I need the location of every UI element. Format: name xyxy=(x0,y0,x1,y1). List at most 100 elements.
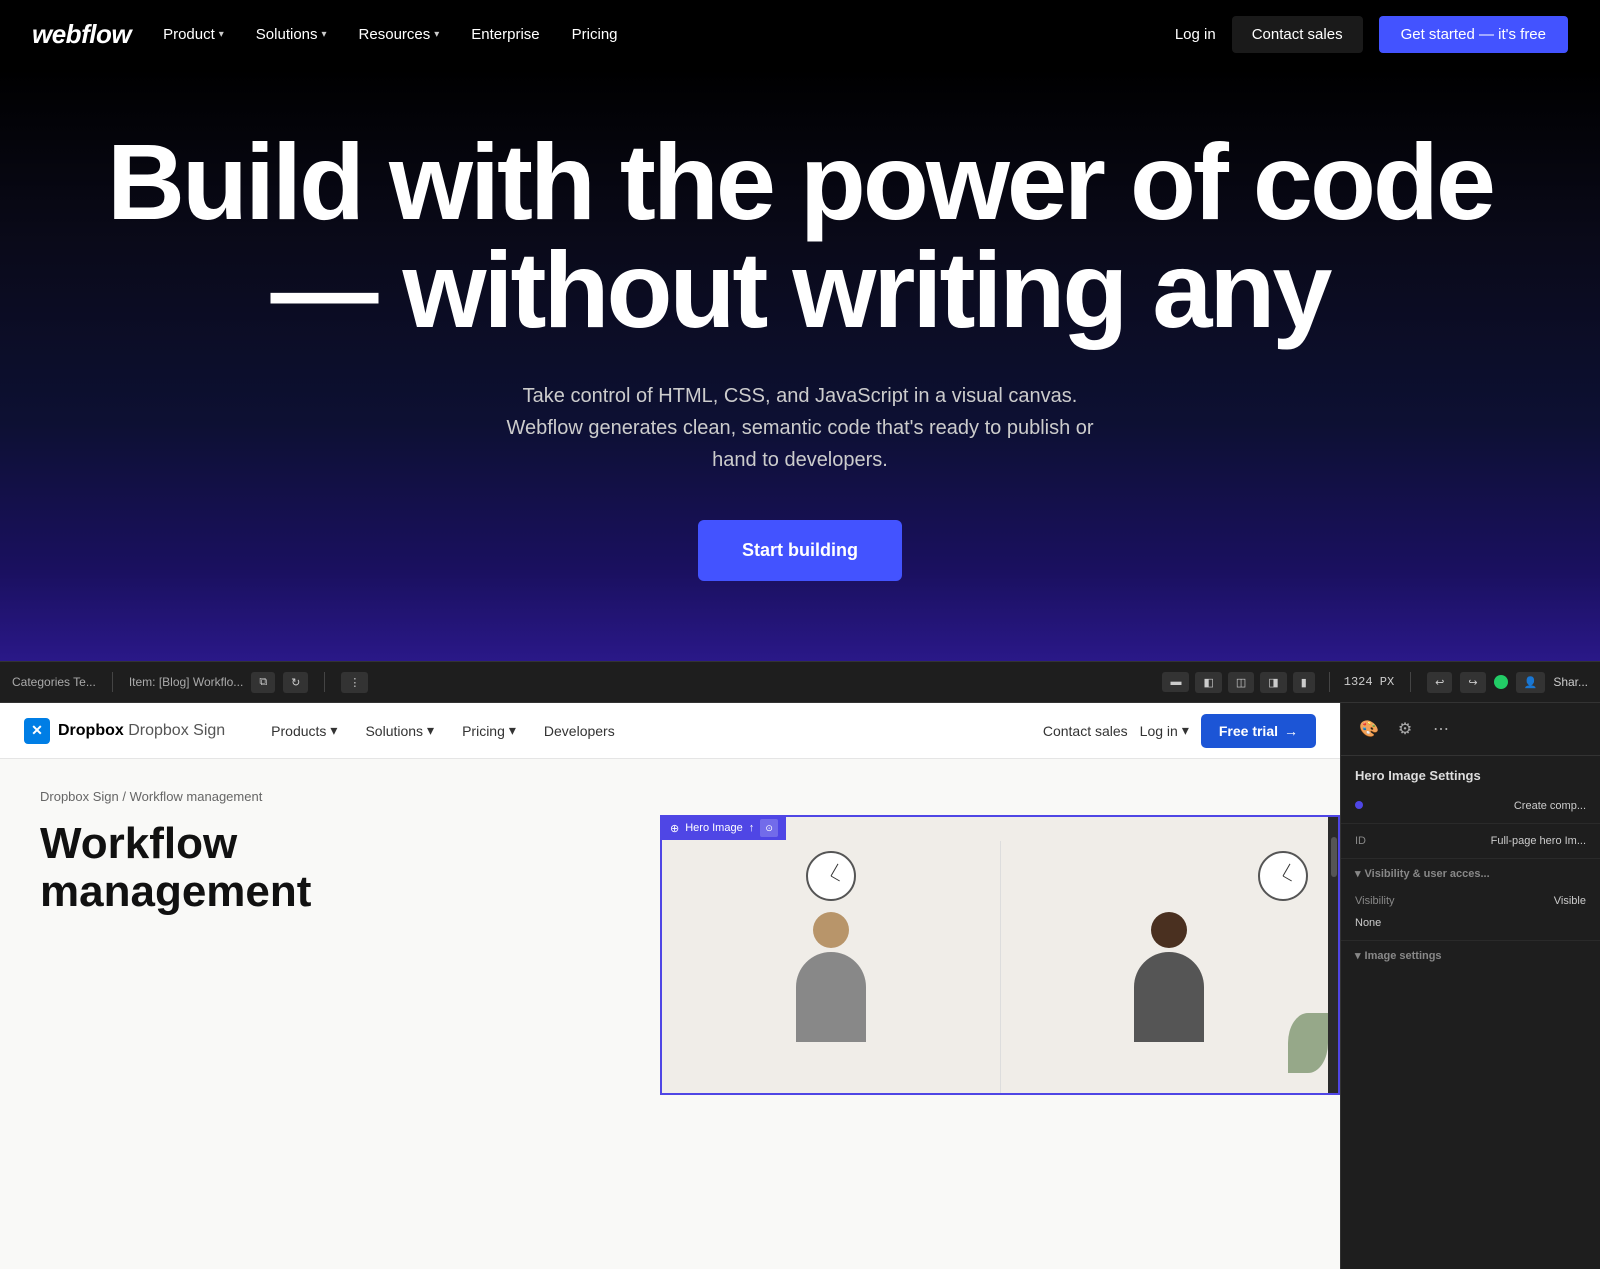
panel-id-section: ID Full-page hero Im... xyxy=(1341,824,1600,859)
person-body-left xyxy=(796,952,866,1042)
layout-center-button[interactable]: ◫ xyxy=(1228,672,1254,693)
arrow-right-icon: → xyxy=(1284,723,1298,739)
toolbar-divider-4 xyxy=(1410,672,1411,692)
person-left xyxy=(796,912,866,1042)
redo-button[interactable]: ↪ xyxy=(1460,672,1485,693)
dropbox-nav-products[interactable]: Products ▾ xyxy=(257,703,351,759)
person-body-right xyxy=(1134,952,1204,1042)
contact-sales-button[interactable]: Contact sales xyxy=(1232,16,1363,53)
chevron-down-icon: ▾ xyxy=(322,29,327,40)
dropbox-page-title: Workflow management xyxy=(40,820,420,917)
visibility-section-header[interactable]: ▾ Visibility & user acces... xyxy=(1341,859,1600,884)
dropbox-nav-pricing[interactable]: Pricing ▾ xyxy=(448,703,530,759)
illustration-right xyxy=(1001,841,1339,1093)
more-options-button[interactable]: ⋮ xyxy=(341,672,368,693)
chevron-down-icon: ▾ xyxy=(1355,867,1361,880)
id-label: ID xyxy=(1355,835,1366,847)
leaf-decoration xyxy=(1288,1013,1328,1073)
id-value: Full-page hero Im... xyxy=(1491,835,1586,847)
chevron-down-icon: ▾ xyxy=(434,29,439,40)
copy-button[interactable]: ⧉ xyxy=(251,672,275,693)
illustration-left xyxy=(662,841,1000,1093)
nav-item-product-label: Product xyxy=(163,26,215,43)
dropbox-logo-icon: ✕ xyxy=(24,718,50,744)
layout-left-button[interactable]: ◧ xyxy=(1195,672,1221,693)
refresh-button[interactable]: ↻ xyxy=(283,672,308,693)
nav-item-resources-label: Resources xyxy=(359,26,431,43)
create-component-icon xyxy=(1355,800,1367,812)
visibility-label: Visibility xyxy=(1355,895,1395,907)
dropbox-contact-button[interactable]: Contact sales xyxy=(1043,723,1128,739)
login-button[interactable]: Log in xyxy=(1175,26,1216,43)
hero-image-text: Hero Image xyxy=(685,822,742,834)
start-building-button[interactable]: Start building xyxy=(698,520,902,581)
layout-narrow-button[interactable]: ▮ xyxy=(1293,672,1315,693)
nav-item-pricing[interactable]: Pricing xyxy=(572,26,618,43)
canvas-content-area: ✕ Dropbox Dropbox Sign Products ▾ Soluti… xyxy=(0,703,1600,1269)
nav-item-enterprise[interactable]: Enterprise xyxy=(471,26,539,43)
blue-dot-icon xyxy=(1355,801,1363,809)
illustration-area xyxy=(662,817,1338,1093)
hero-image-controls: ⊙ xyxy=(760,819,778,837)
user-icon-button[interactable]: 👤 xyxy=(1516,672,1546,693)
dropbox-breadcrumb: Dropbox Sign / Workflow management xyxy=(40,789,1300,804)
hero-subtitle: Take control of HTML, CSS, and JavaScrip… xyxy=(490,380,1110,476)
status-dot xyxy=(1494,675,1508,689)
dropbox-nav-developers[interactable]: Developers xyxy=(530,703,629,759)
dropbox-nav-solutions[interactable]: Solutions ▾ xyxy=(351,703,448,759)
layout-right-button[interactable]: ◨ xyxy=(1260,672,1286,693)
nav-item-resources[interactable]: Resources ▾ xyxy=(359,26,440,43)
dropbox-login-label: Log in xyxy=(1140,723,1178,739)
chevron-down-icon: ▾ xyxy=(1182,722,1189,739)
hero-title: Build with the power of code — without w… xyxy=(100,128,1500,344)
layout-full-button[interactable]: ▬ xyxy=(1162,672,1189,692)
dropbox-nav-pricing-label: Pricing xyxy=(462,723,505,739)
nav-item-product[interactable]: Product ▾ xyxy=(163,26,224,43)
panel-more-button[interactable]: ⋯ xyxy=(1427,715,1455,743)
create-component-label: Create comp... xyxy=(1514,800,1586,812)
navbar-right: Log in Contact sales Get started — it's … xyxy=(1175,16,1568,53)
dropbox-nav-right: Contact sales Log in ▾ Free trial → xyxy=(1043,714,1316,748)
get-started-button[interactable]: Get started — it's free xyxy=(1379,16,1568,53)
person-head-left xyxy=(813,912,849,948)
visibility-extra-value: None xyxy=(1355,917,1381,929)
dropbox-free-trial-label: Free trial xyxy=(1219,723,1278,739)
chevron-down-icon: ▾ xyxy=(509,722,516,739)
visibility-value: Visible xyxy=(1554,895,1586,907)
undo-button[interactable]: ↩ xyxy=(1427,672,1452,693)
hero-image-label: ⊕ Hero Image ↑ ⊙ xyxy=(662,816,786,840)
dropbox-nav-products-label: Products xyxy=(271,723,326,739)
nav-item-pricing-label: Pricing xyxy=(572,26,618,43)
dropbox-logo-text: Dropbox Dropbox Sign xyxy=(58,722,225,740)
navbar-left: webflow Product ▾ Solutions ▾ Resources … xyxy=(32,19,618,50)
panel-settings-button[interactable]: ⚙ xyxy=(1391,715,1419,743)
hero-image-badge: ⊕ xyxy=(670,822,679,835)
right-panel: 🎨 ⚙ ⋯ Hero Image Settings Create comp...… xyxy=(1340,703,1600,1269)
chevron-down-icon: ▾ xyxy=(1355,949,1361,962)
toolbar-divider-2 xyxy=(324,672,325,692)
chevron-down-icon: ▾ xyxy=(219,29,224,40)
visibility-header-label: Visibility & user acces... xyxy=(1365,868,1490,880)
canvas-toolbar: Categories Te... Item: [Blog] Workflo...… xyxy=(0,661,1600,703)
panel-paint-button[interactable]: 🎨 xyxy=(1355,715,1383,743)
dropbox-free-trial-button[interactable]: Free trial → xyxy=(1201,714,1316,748)
hero-settings-button[interactable]: ⊙ xyxy=(760,819,778,837)
item-label: Item: [Blog] Workflo... xyxy=(129,675,243,689)
image-settings-header-label: Image settings xyxy=(1365,950,1442,962)
scroll-indicator[interactable] xyxy=(1328,817,1338,1093)
dropbox-logo[interactable]: ✕ Dropbox Dropbox Sign xyxy=(24,718,225,744)
breadcrumb-text: Categories Te... xyxy=(12,675,96,689)
image-settings-section-header[interactable]: ▾ Image settings xyxy=(1341,941,1600,966)
person-right xyxy=(1134,912,1204,1042)
panel-title: Hero Image Settings xyxy=(1341,756,1600,789)
dropbox-login-button[interactable]: Log in ▾ xyxy=(1140,722,1189,739)
chevron-down-icon: ▾ xyxy=(330,722,337,739)
dropbox-nav-solutions-label: Solutions xyxy=(365,723,423,739)
nav-item-solutions[interactable]: Solutions ▾ xyxy=(256,26,327,43)
dropbox-site-preview: ✕ Dropbox Dropbox Sign Products ▾ Soluti… xyxy=(0,703,1340,1269)
share-button[interactable]: Shar... xyxy=(1553,675,1588,689)
visibility-section: Visibility Visible None xyxy=(1341,884,1600,941)
hero-image-element[interactable]: ⊕ Hero Image ↑ ⊙ xyxy=(660,815,1340,1095)
clock-icon xyxy=(806,851,856,901)
webflow-logo[interactable]: webflow xyxy=(32,19,131,50)
